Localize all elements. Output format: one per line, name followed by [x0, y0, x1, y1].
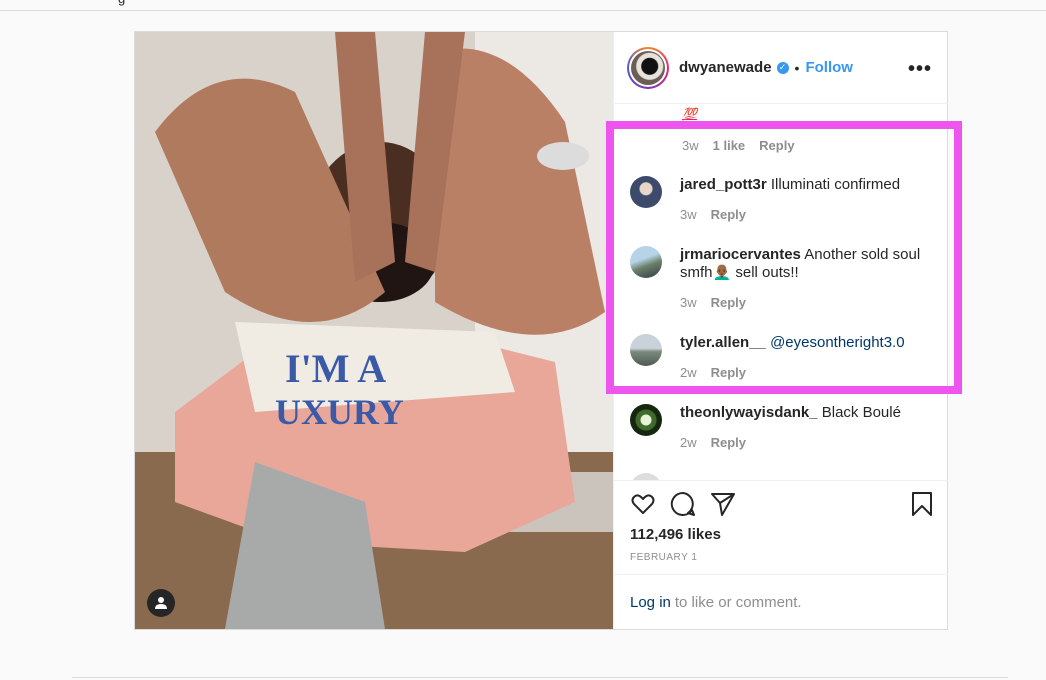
reply-button[interactable]: Reply [711, 294, 746, 312]
post-actions: 112,496 likes FEBRUARY 1 Log in to like … [614, 480, 948, 630]
commenter-avatar[interactable] [630, 334, 662, 366]
commenter-username[interactable]: jared_pott3r [680, 176, 767, 193]
commenter-avatar[interactable] [630, 176, 662, 208]
paper-plane-icon[interactable] [710, 491, 736, 517]
login-prompt: Log in to like or comment. [614, 574, 948, 630]
comment-text: Illuminati confirmed [770, 176, 901, 193]
photo-illustration: I'M A UXURY [135, 32, 613, 629]
post-date: FEBRUARY 1 [630, 552, 698, 563]
top-divider [0, 10, 1046, 11]
author-username[interactable]: dwyanewade [679, 59, 772, 76]
comment-item: jrmariocervantes Another sold soul smfh👨… [630, 246, 940, 312]
comment-time: 3w [682, 138, 699, 153]
comment-meta: 2w Reply [680, 434, 901, 452]
top-text-fragment: g [118, 0, 125, 6]
post-header: dwyanewade ✓ • Follow ••• [614, 32, 948, 104]
comments-list[interactable]: 💯 3w 1 like Reply jared_pott3r Illuminat… [614, 105, 948, 480]
comment-likes[interactable]: 1 like [713, 138, 746, 153]
commenter-username[interactable]: jrmariocervantes [680, 246, 801, 263]
comment-meta: 2w Reply [680, 364, 905, 382]
bottom-divider [72, 677, 1008, 678]
commenter-avatar [630, 473, 662, 480]
comment-item: jared_pott3r Illuminati confirmed 3w Rep… [630, 176, 940, 224]
commenter-username[interactable]: tyler.allen__ [680, 334, 766, 351]
commenter-username[interactable]: theonlywayisdank_ [680, 404, 818, 421]
reply-button[interactable]: Reply [711, 434, 746, 452]
heart-icon[interactable] [630, 491, 656, 517]
verified-badge-icon: ✓ [776, 61, 789, 74]
comment-time: 3w [680, 295, 697, 310]
comment-icon[interactable] [670, 491, 696, 517]
post-sidebar: dwyanewade ✓ • Follow ••• 💯 3w 1 like Re… [613, 32, 948, 630]
comment-text: Black Boulé [821, 404, 901, 421]
person-icon [155, 597, 167, 609]
commenter-avatar[interactable] [630, 246, 662, 278]
comment-time: 3w [680, 207, 697, 222]
more-options-button[interactable]: ••• [908, 58, 932, 81]
svg-text:I'M A: I'M A [285, 346, 386, 391]
user-tag-button[interactable] [147, 589, 175, 617]
avatar[interactable] [627, 46, 669, 89]
separator-dot: • [794, 59, 800, 76]
reply-button[interactable]: Reply [711, 364, 746, 382]
post-photo[interactable]: I'M A UXURY [135, 32, 613, 629]
emoji-hundred: 💯 [682, 107, 697, 121]
bookmark-icon[interactable] [910, 491, 934, 517]
comment-mention-link[interactable]: @eyesontheright3.0 [770, 334, 904, 351]
reply-button[interactable]: Reply [711, 206, 746, 224]
comment-time: 2w [680, 365, 697, 380]
login-link[interactable]: Log in [630, 594, 671, 611]
svg-text:UXURY: UXURY [275, 392, 404, 432]
avatar-image [631, 50, 665, 85]
reply-button[interactable]: Reply [759, 138, 794, 153]
comment-time: 2w [680, 435, 697, 450]
comment-meta: 3w Reply [680, 206, 900, 224]
comment-meta: 3w Reply [680, 294, 930, 312]
follow-button[interactable]: Follow [805, 59, 853, 76]
commenter-avatar[interactable] [630, 404, 662, 436]
comment-item: tyler.allen__ @eyesontheright3.0 2w Repl… [630, 334, 940, 382]
likes-count[interactable]: 112,496 likes [630, 526, 721, 543]
post-card: I'M A UXURY dwyanewade ✓ • Follow ••• 💯 … [134, 31, 948, 630]
comment-item: theonlywayisdank_ Black Boulé 2w Reply [630, 404, 940, 452]
comment-meta: 3w 1 like Reply [682, 138, 948, 153]
login-prompt-text: to like or comment. [674, 594, 802, 611]
